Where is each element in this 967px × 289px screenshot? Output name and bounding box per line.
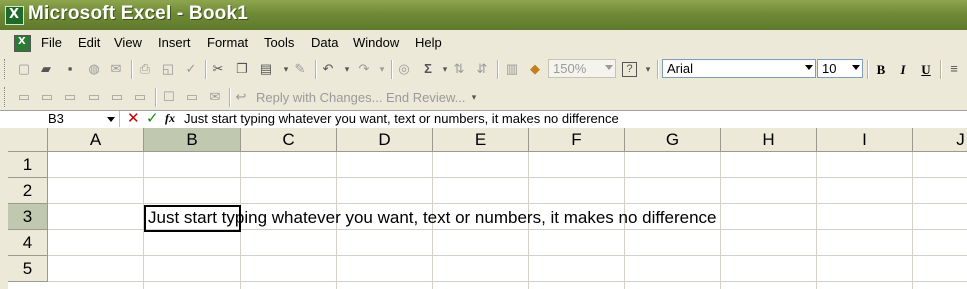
column-header-i[interactable]: I — [817, 128, 913, 152]
formula-input[interactable]: Just start typing whatever you want, tex… — [184, 111, 619, 126]
show-all-comments-icon[interactable]: ▭ — [109, 89, 125, 105]
save-icon[interactable]: ▪ — [62, 61, 78, 77]
standard-toolbar: ▢ ▰ ▪ ◍ ✉ ⎙ ◱ ✓ ✂ ❐ ▤ ▾ ✎ ↶ ▾ ↷ ▾ ◎ Σ ▾ … — [0, 56, 967, 83]
drawing-icon[interactable]: ◆ — [527, 61, 543, 77]
cancel-entry-icon[interactable]: ✕ — [127, 109, 140, 127]
menu-window[interactable]: Window — [353, 35, 399, 50]
row-header-2[interactable]: 2 — [8, 178, 48, 204]
sort-descending-icon[interactable]: ⇵ — [474, 61, 490, 77]
chevron-down-icon — [605, 65, 613, 70]
menu-tools[interactable]: Tools — [264, 35, 294, 50]
open-icon[interactable]: ▰ — [38, 61, 54, 77]
workbook-icon[interactable] — [14, 35, 31, 52]
email-icon[interactable]: ✉ — [108, 61, 124, 77]
redo-icon[interactable]: ↷ — [356, 61, 372, 77]
window-title: Microsoft Excel - Book1 — [28, 3, 248, 24]
column-header-a[interactable]: A — [48, 128, 144, 152]
zoom-select[interactable]: 150% — [548, 59, 616, 78]
column-header-d[interactable]: D — [337, 128, 433, 152]
menu-insert[interactable]: Insert — [158, 35, 191, 50]
menu-view[interactable]: View — [114, 35, 142, 50]
menu-bar: File Edit View Insert Format Tools Data … — [0, 31, 967, 55]
show-comment-icon[interactable]: ▭ — [86, 89, 102, 105]
menu-data[interactable]: Data — [311, 35, 338, 50]
toolbar-options-icon[interactable]: ▾ — [466, 89, 482, 105]
chart-wizard-icon[interactable]: ▥ — [504, 61, 520, 77]
menu-format[interactable]: Format — [207, 35, 248, 50]
permission-icon[interactable]: ◍ — [86, 61, 102, 77]
worksheet-grid[interactable]: A B C D E F G H I J 1 2 3 4 5 Just start… — [0, 128, 967, 289]
name-box[interactable]: B3 — [2, 111, 120, 127]
title-bar: Microsoft Excel - Book1 — [0, 0, 967, 30]
help-icon[interactable]: ? — [622, 62, 637, 77]
column-header-j[interactable]: J — [913, 128, 967, 152]
select-all-button[interactable] — [8, 128, 48, 152]
row-header-3[interactable]: 3 — [8, 204, 48, 230]
column-header-b[interactable]: B — [144, 128, 241, 152]
redo-dropdown-icon[interactable]: ▾ — [374, 61, 390, 77]
row-header-5[interactable]: 5 — [8, 256, 48, 282]
align-left-icon[interactable]: ≡ — [946, 61, 962, 77]
autosum-icon[interactable]: Σ — [420, 61, 436, 77]
print-preview-icon[interactable]: ◱ — [160, 61, 176, 77]
send-to-recipient-icon[interactable]: ✉ — [207, 89, 223, 105]
new-icon[interactable]: ▢ — [16, 61, 32, 77]
formula-bar: B3 ✕ ✓ fx Just start typing whatever you… — [0, 109, 967, 129]
menu-file[interactable]: File — [41, 35, 62, 50]
font-name-select[interactable]: Arial — [662, 59, 816, 78]
help-dropdown-icon[interactable]: ▾ — [640, 61, 656, 77]
column-header-h[interactable]: H — [721, 128, 817, 152]
print-icon[interactable]: ⎙ — [137, 61, 153, 77]
reply-with-changes-button[interactable]: Reply with Changes... — [256, 90, 382, 105]
update-file-icon[interactable]: ▭ — [184, 89, 200, 105]
column-header-f[interactable]: F — [529, 128, 625, 152]
new-comment-icon[interactable]: ▭ — [16, 89, 32, 105]
insert-function-button[interactable]: fx — [165, 111, 175, 126]
row-header-1[interactable]: 1 — [8, 152, 48, 178]
toolbar-grip[interactable] — [4, 87, 8, 107]
menu-edit[interactable]: Edit — [78, 35, 100, 50]
chevron-down-icon — [852, 65, 860, 70]
spelling-icon[interactable]: ✓ — [183, 61, 199, 77]
paste-icon[interactable]: ▤ — [258, 61, 274, 77]
end-review-button[interactable]: End Review... — [386, 90, 466, 105]
enter-icon[interactable]: ✓ — [146, 109, 159, 127]
cell-b3-text: Just start typing whatever you want, tex… — [148, 208, 717, 227]
chevron-down-icon — [805, 65, 813, 70]
column-header-c[interactable]: C — [241, 128, 337, 152]
column-header-g[interactable]: G — [625, 128, 721, 152]
italic-button[interactable]: I — [894, 61, 912, 79]
previous-comment-icon[interactable]: ▭ — [39, 89, 55, 105]
toolbar-grip[interactable] — [4, 59, 8, 79]
create-task-icon[interactable]: ☐ — [161, 89, 177, 105]
cut-icon[interactable]: ✂ — [210, 61, 226, 77]
undo-dropdown-icon[interactable]: ▾ — [339, 61, 355, 77]
reviewing-toolbar: ▭ ▭ ▭ ▭ ▭ ▭ ☐ ▭ ✉ ↩ Reply with Changes..… — [0, 84, 967, 111]
underline-button[interactable]: U — [917, 61, 935, 79]
next-comment-icon[interactable]: ▭ — [62, 89, 78, 105]
sort-ascending-icon[interactable]: ⇅ — [451, 61, 467, 77]
hyperlink-icon[interactable]: ◎ — [396, 61, 412, 77]
row-header-4[interactable]: 4 — [8, 230, 48, 256]
reply-with-changes-icon[interactable]: ↩ — [233, 89, 249, 105]
copy-icon[interactable]: ❐ — [234, 61, 250, 77]
excel-app-icon[interactable] — [5, 6, 24, 25]
font-size-select[interactable]: 10 — [817, 59, 863, 78]
delete-comment-icon[interactable]: ▭ — [132, 89, 148, 105]
chevron-down-icon[interactable] — [107, 117, 115, 122]
column-header-e[interactable]: E — [433, 128, 529, 152]
format-painter-icon[interactable]: ✎ — [292, 61, 308, 77]
bold-button[interactable]: B — [872, 61, 890, 79]
menu-help[interactable]: Help — [415, 35, 442, 50]
undo-icon[interactable]: ↶ — [320, 61, 336, 77]
